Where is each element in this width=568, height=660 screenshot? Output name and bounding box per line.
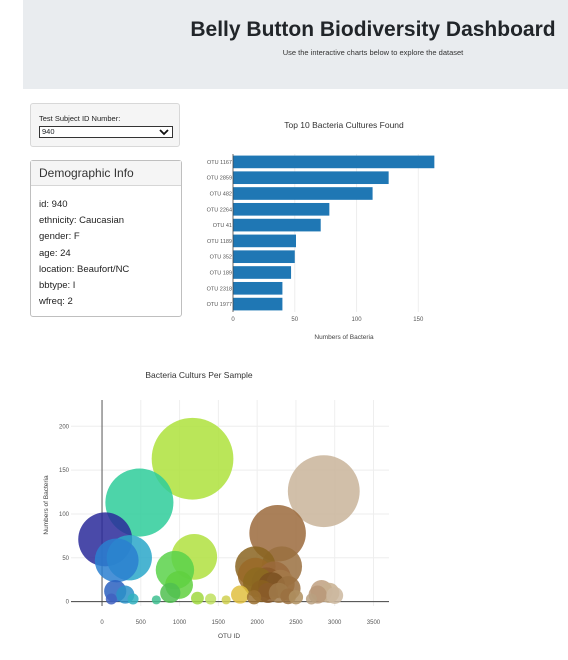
bar-x-tick-label: 50: [291, 317, 298, 323]
bar[interactable]: [233, 297, 283, 311]
bar-y-tick-label: OTU 1189: [207, 239, 232, 245]
bubble-x-tick-label: 2500: [289, 620, 303, 626]
bubble-x-tick-label: 1000: [173, 620, 187, 626]
bubble-x-tick-label: 3000: [328, 620, 342, 626]
bar-chart-title: Top 10 Bacteria Cultures Found: [284, 120, 404, 130]
subject-selector-well: Test Subject ID Number: 940: [30, 103, 180, 147]
bubble-x-tick-label: 1500: [212, 620, 226, 626]
bar-y-tick-label: OTU 189: [210, 271, 232, 277]
bar-y-tick-label: OTU 1167: [207, 160, 232, 166]
bubble-point[interactable]: [191, 591, 204, 605]
demographic-row: id: 940: [39, 199, 68, 210]
bar-y-tick-label: OTU 2318: [207, 286, 232, 292]
bubble-point[interactable]: [205, 593, 217, 605]
bar[interactable]: [233, 250, 295, 264]
bar[interactable]: [233, 281, 283, 295]
bar[interactable]: [233, 218, 321, 232]
bubble-point[interactable]: [94, 538, 139, 583]
bubble-point[interactable]: [246, 590, 262, 605]
demographic-row: bbtype: I: [39, 280, 76, 292]
bar-y-tick-label: OTU 352: [210, 255, 232, 261]
top10-bar-chart[interactable]: Top 10 Bacteria Cultures Found 0 50 100 150 O…: [190, 110, 460, 350]
bubble-y-tick-label: 50: [62, 556, 69, 562]
bubble-x-axis-label: OTU ID: [218, 633, 240, 640]
chevron-down-icon: [159, 129, 169, 136]
bubble-point[interactable]: [105, 593, 117, 605]
bubble-y-axis-label: Numbers of Bacteria: [43, 475, 50, 535]
bar-y-tick-label: OTU 2859: [207, 176, 232, 182]
bubble-y-tick-label: 150: [59, 468, 70, 474]
bar[interactable]: [233, 155, 435, 169]
bubble-chart-title: Bacteria Culturs Per Sample: [145, 370, 253, 380]
subject-id-select[interactable]: 940: [39, 126, 173, 138]
bubble-point[interactable]: [221, 595, 231, 605]
bar-y-tick-label: OTU 1977: [207, 302, 232, 308]
bar[interactable]: [233, 202, 330, 216]
demographic-row: ethnicity: Caucasian: [39, 215, 125, 227]
demographic-row: wfreq: 2: [39, 296, 73, 308]
demographic-panel-title: Demographic Info: [31, 161, 181, 186]
bubble-point[interactable]: [151, 595, 161, 605]
bar-x-tick-label: 150: [413, 317, 424, 323]
bubble-point[interactable]: [160, 582, 181, 603]
demographic-panel: Demographic Info id: 940 ethnicity: Cauc…: [30, 160, 182, 317]
bar-x-axis-label: Numbers of Bacteria: [314, 334, 374, 341]
demographic-panel-body: id: 940 ethnicity: Caucasian gender: F a…: [31, 186, 181, 310]
bar[interactable]: [233, 187, 373, 200]
bar[interactable]: [233, 266, 292, 279]
page-title: Belly Button Biodiversity Dashboard: [190, 18, 556, 41]
bar-y-tick-label: OTU 2264: [207, 207, 232, 213]
bubble-chart[interactable]: Bacteria Culturs Per Sample0 500 1000 1500 2…: [30, 360, 400, 650]
bubble-point[interactable]: [231, 585, 250, 604]
bubble-point[interactable]: [305, 593, 317, 605]
bubble-x-tick-label: 500: [136, 620, 147, 626]
demographic-row: age: 24: [39, 247, 71, 259]
bar-y-tick-label: OTU 482: [210, 192, 232, 198]
demographic-row: location: Beaufort/NC: [39, 263, 130, 275]
bar[interactable]: [233, 234, 296, 248]
bubble-point[interactable]: [326, 587, 344, 604]
bar-y-tick-label: OTU 41: [213, 223, 232, 229]
bubble-x-tick-label: 0: [100, 620, 104, 626]
bar-x-tick-label: 0: [231, 317, 235, 323]
bubble-point[interactable]: [127, 593, 139, 605]
demographic-row: gender: F: [39, 231, 80, 243]
bubble-x-tick-label: 3500: [367, 620, 381, 626]
page-subtitle: Use the interactive charts below to expl…: [282, 48, 464, 57]
bar[interactable]: [233, 171, 389, 185]
subject-id-selected-value: 940: [42, 127, 55, 136]
bubble-y-tick-label: 100: [59, 512, 70, 518]
bubble-point[interactable]: [288, 590, 304, 605]
header-jumbotron: Belly Button Biodiversity Dashboard Use …: [23, 0, 568, 89]
bubble-x-tick-label: 2000: [250, 620, 264, 626]
bar-x-tick-label: 100: [352, 317, 363, 323]
subject-selector-label: Test Subject ID Number:: [39, 114, 121, 123]
bubble-y-tick-label: 200: [59, 424, 70, 430]
bubble-y-tick-label: 0: [66, 600, 70, 606]
